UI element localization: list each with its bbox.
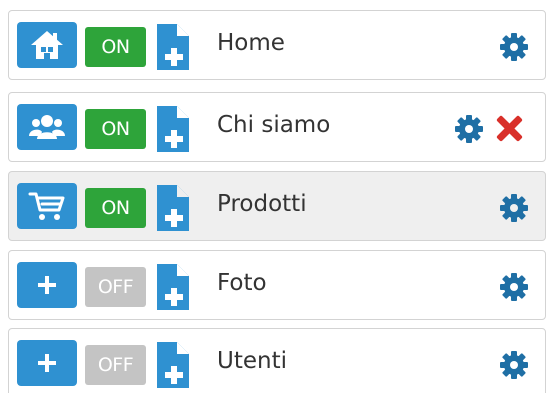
settings-gear-icon[interactable] [499, 350, 529, 380]
page-row-home: ON Home [8, 10, 546, 80]
status-toggle[interactable]: OFF [85, 267, 146, 307]
page-row-utenti: OFF Utenti [8, 328, 546, 393]
page-icon-button[interactable] [17, 22, 77, 68]
status-toggle[interactable]: OFF [85, 345, 146, 385]
page-row-foto: OFF Foto [8, 250, 546, 320]
page-title[interactable]: Foto [217, 270, 267, 296]
plus-icon [37, 275, 57, 295]
page-icon-button[interactable] [17, 340, 77, 386]
add-subpage-icon[interactable] [153, 183, 195, 233]
page-title[interactable]: Chi siamo [217, 112, 330, 138]
users-icon [28, 112, 66, 142]
page-row-chi-siamo: ON Chi siamo [8, 92, 546, 162]
settings-gear-icon[interactable] [499, 193, 529, 223]
add-subpage-icon[interactable] [153, 340, 195, 390]
settings-gear-icon[interactable] [454, 114, 484, 144]
settings-gear-icon[interactable] [499, 272, 529, 302]
page-title[interactable]: Prodotti [217, 191, 307, 217]
plus-icon [37, 353, 57, 373]
status-toggle[interactable]: ON [85, 188, 146, 228]
page-row-prodotti: ON Prodotti [8, 171, 546, 241]
page-title[interactable]: Utenti [217, 348, 287, 374]
page-icon-button[interactable] [17, 104, 77, 150]
page-icon-button[interactable] [17, 262, 77, 308]
add-subpage-icon[interactable] [153, 22, 195, 72]
home-icon [29, 29, 65, 61]
status-toggle[interactable]: ON [85, 27, 146, 67]
page-icon-button[interactable] [17, 183, 77, 229]
status-toggle[interactable]: ON [85, 109, 146, 149]
settings-gear-icon[interactable] [499, 32, 529, 62]
add-subpage-icon[interactable] [153, 104, 195, 154]
add-subpage-icon[interactable] [153, 262, 195, 312]
page-title[interactable]: Home [217, 30, 285, 56]
delete-x-icon[interactable] [495, 114, 524, 143]
cart-icon [28, 190, 66, 222]
